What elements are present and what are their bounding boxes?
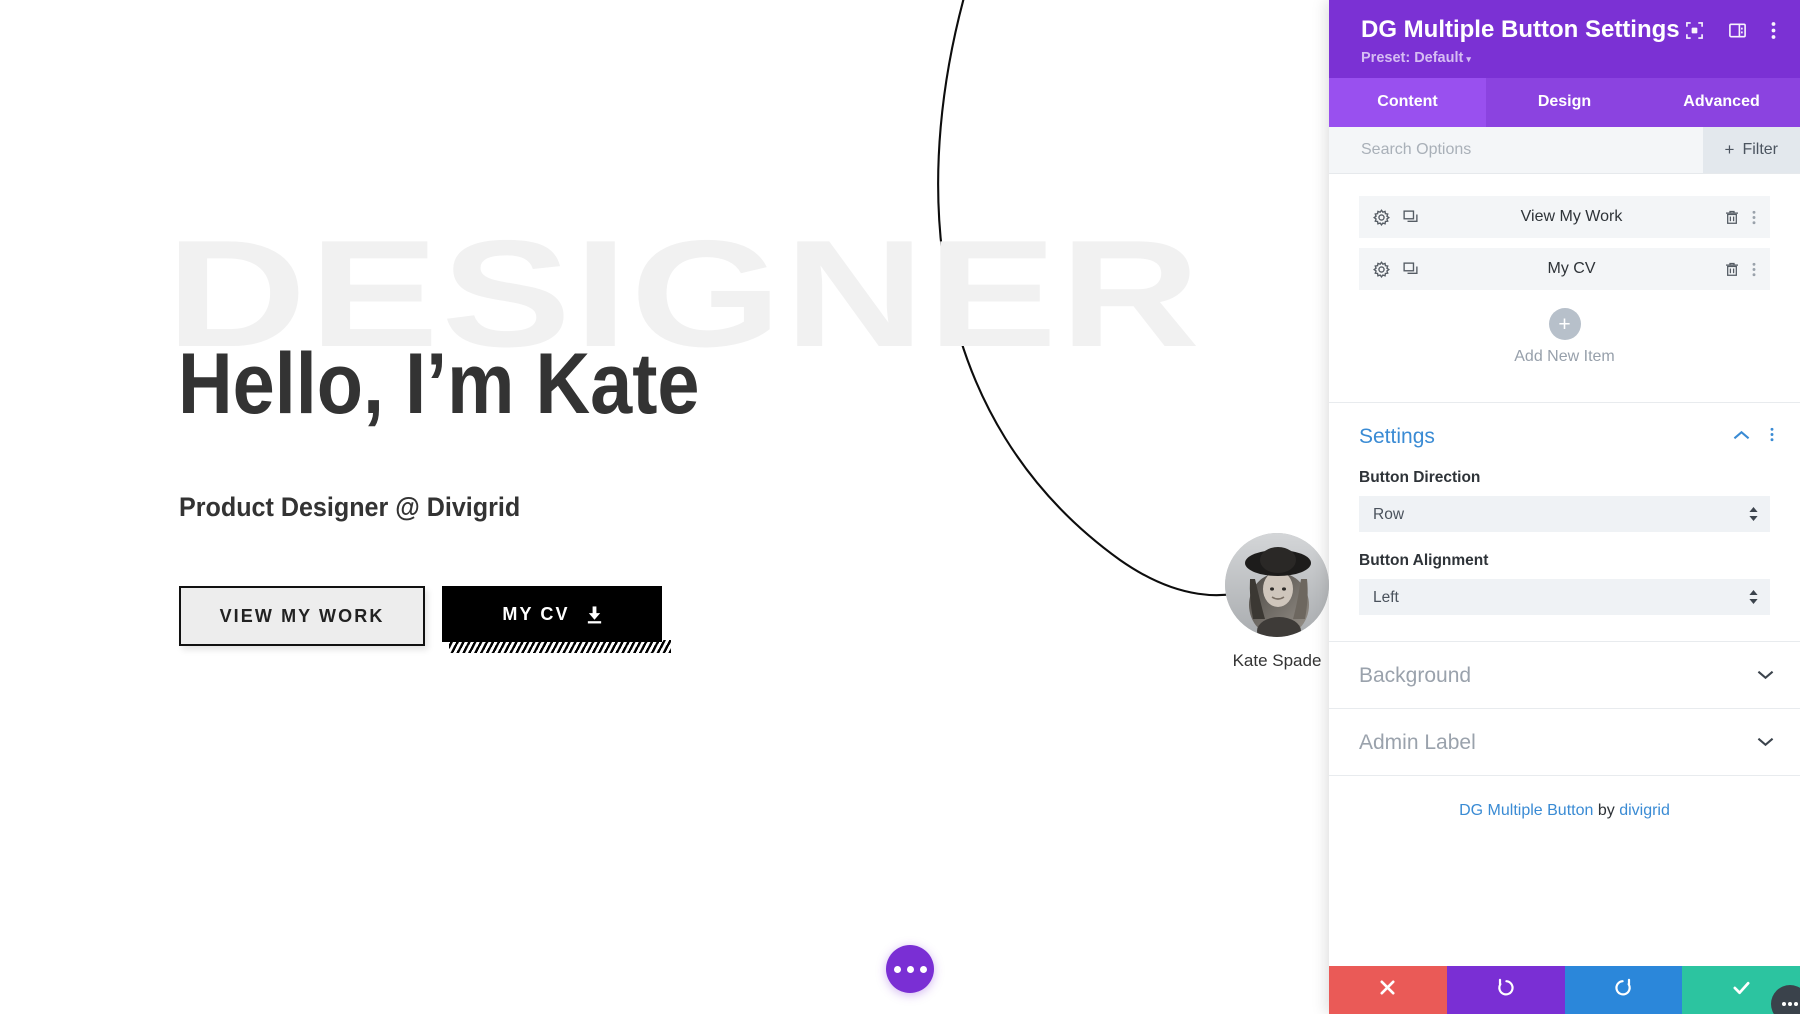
tab-design[interactable]: Design	[1486, 78, 1643, 127]
preset-selector[interactable]: Preset: Default▾	[1361, 50, 1780, 66]
list-item-label: My CV	[1419, 260, 1724, 278]
button-alignment-label: Button Alignment	[1359, 552, 1770, 570]
panel-footer	[1329, 966, 1800, 1014]
add-new-item-block: + Add New Item	[1359, 300, 1770, 392]
panel-credit: DG Multiple Button by divigrid	[1329, 776, 1800, 846]
section-title: Settings	[1359, 425, 1733, 449]
tab-advanced[interactable]: Advanced	[1643, 78, 1800, 127]
list-item[interactable]: My CV	[1359, 248, 1770, 290]
module-settings-panel: DG Multiple Button Settings	[1329, 0, 1800, 1014]
my-cv-button[interactable]: MY CV	[442, 586, 662, 642]
trash-icon[interactable]	[1724, 261, 1740, 278]
section-settings-header[interactable]: Settings	[1329, 403, 1800, 469]
filter-button[interactable]: + Filter	[1703, 127, 1800, 173]
panel-header: DG Multiple Button Settings	[1329, 0, 1800, 78]
gear-icon[interactable]	[1373, 209, 1390, 226]
chevron-down-icon[interactable]	[1757, 734, 1774, 752]
section-admin-label-header[interactable]: Admin Label	[1329, 709, 1800, 775]
close-icon	[1378, 978, 1397, 1002]
trash-icon[interactable]	[1724, 209, 1740, 226]
panel-title: DG Multiple Button Settings	[1361, 16, 1685, 44]
button-items-list: View My Work	[1329, 174, 1800, 403]
row-kebab-icon[interactable]	[1752, 261, 1756, 278]
field-button-direction: Button Direction Row Column	[1359, 469, 1770, 532]
chevron-down-icon: ▾	[1466, 54, 1471, 64]
panel-body: View My Work	[1329, 174, 1800, 966]
section-settings: Settings Button Direct	[1329, 403, 1800, 642]
page-preview-canvas: DESIGNER Hello, I’m Kate Product Designe…	[0, 0, 1330, 1014]
filter-button-label: Filter	[1742, 141, 1778, 159]
undo-button[interactable]	[1447, 966, 1565, 1014]
preset-label: Preset: Default	[1361, 50, 1463, 66]
panel-layout-icon[interactable]	[1728, 21, 1747, 40]
chevron-down-icon[interactable]	[1757, 667, 1774, 685]
credit-product-link[interactable]: DG Multiple Button	[1459, 802, 1593, 819]
search-input[interactable]	[1329, 127, 1703, 173]
avatar	[1225, 533, 1329, 637]
page-title: Hello, I’m Kate	[178, 340, 699, 429]
cta-button-group: VIEW MY WORK MY CV	[179, 586, 662, 646]
section-title: Background	[1359, 664, 1757, 688]
section-kebab-icon[interactable]	[1770, 426, 1774, 448]
plus-icon: +	[1725, 140, 1735, 160]
badge-dot-icon	[1782, 1002, 1786, 1006]
portrait-caption: Kate Spade	[1225, 651, 1329, 671]
row-kebab-icon[interactable]	[1752, 209, 1756, 226]
section-admin-label: Admin Label	[1329, 709, 1800, 776]
button-direction-label: Button Direction	[1359, 469, 1770, 487]
my-cv-button-wrapper: MY CV	[442, 586, 662, 642]
button-alignment-select[interactable]: Left Center Right	[1359, 579, 1770, 615]
tab-content[interactable]: Content	[1329, 78, 1486, 127]
search-bar: + Filter	[1329, 127, 1800, 174]
page-subtitle: Product Designer @ Divigrid	[179, 492, 520, 523]
add-new-item-label[interactable]: Add New Item	[1359, 348, 1770, 366]
page-settings-fab[interactable]	[886, 945, 934, 993]
redo-icon	[1613, 978, 1633, 1003]
button-direction-select[interactable]: Row Column	[1359, 496, 1770, 532]
duplicate-icon[interactable]	[1402, 261, 1419, 278]
add-new-item-button[interactable]: +	[1549, 308, 1581, 340]
view-my-work-button[interactable]: VIEW MY WORK	[179, 586, 425, 646]
list-item-label: View My Work	[1419, 208, 1724, 226]
redo-button[interactable]	[1565, 966, 1683, 1014]
credit-by-text: by	[1593, 802, 1619, 819]
download-icon	[585, 605, 604, 625]
section-settings-body: Button Direction Row Column	[1329, 469, 1800, 641]
focus-target-icon[interactable]	[1685, 21, 1704, 40]
chevron-up-icon[interactable]	[1733, 428, 1750, 446]
section-background-header[interactable]: Background	[1329, 642, 1800, 708]
field-button-alignment: Button Alignment Left Center Right	[1359, 552, 1770, 615]
gear-icon[interactable]	[1373, 261, 1390, 278]
screen: DESIGNER Hello, I’m Kate Product Designe…	[0, 0, 1800, 1014]
cancel-button[interactable]	[1329, 966, 1447, 1014]
panel-tabs: Content Design Advanced	[1329, 78, 1800, 127]
portrait-block: Kate Spade	[1225, 533, 1329, 671]
section-title: Admin Label	[1359, 731, 1757, 755]
credit-vendor-link[interactable]: divigrid	[1619, 802, 1670, 819]
duplicate-icon[interactable]	[1402, 209, 1419, 226]
section-background: Background	[1329, 642, 1800, 709]
list-item[interactable]: View My Work	[1359, 196, 1770, 238]
kebab-menu-icon[interactable]	[1771, 21, 1776, 40]
check-icon	[1731, 977, 1752, 1003]
undo-icon	[1496, 978, 1516, 1003]
my-cv-button-label: MY CV	[502, 604, 569, 625]
ellipsis-icon	[894, 966, 901, 973]
